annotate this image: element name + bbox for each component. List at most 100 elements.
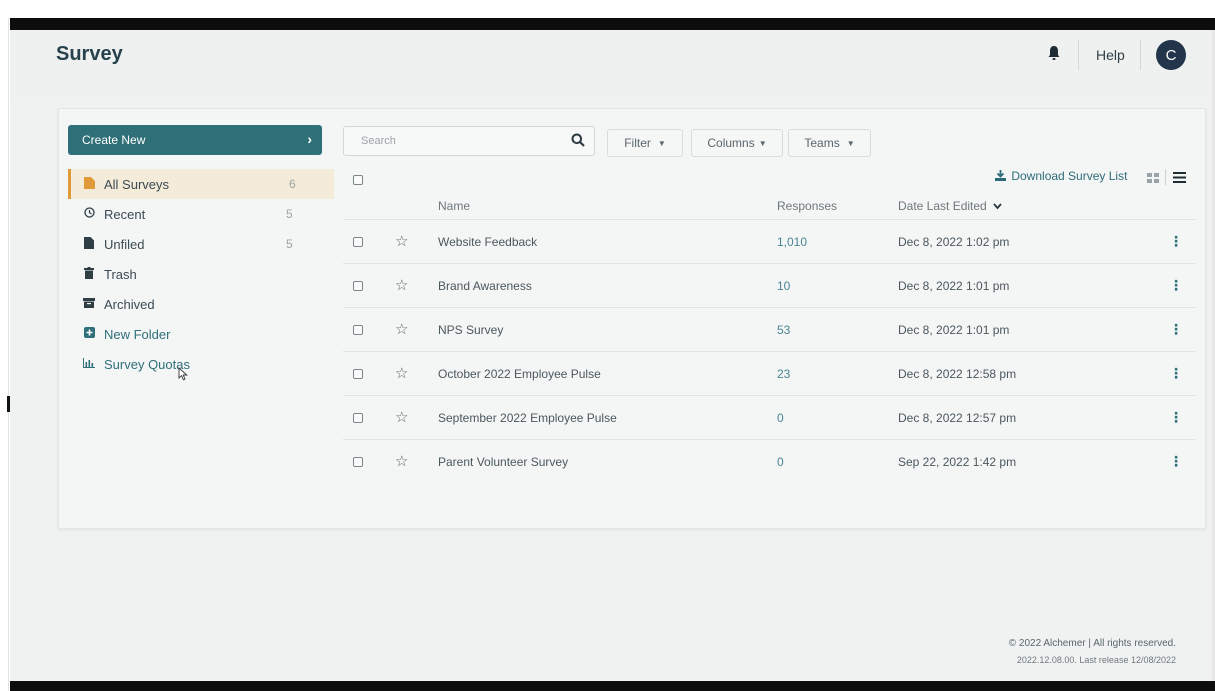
column-header-date-label: Date Last Edited (898, 199, 987, 213)
sidebar-item-new-folder[interactable]: New Folder (68, 319, 334, 349)
sidebar-item-survey-quotas[interactable]: Survey Quotas (68, 349, 334, 379)
help-link[interactable]: Help (1096, 47, 1125, 63)
survey-table: ☆ Website Feedback 1,010 Dec 8, 2022 1:0… (343, 219, 1195, 483)
chevron-right-icon: › (307, 131, 312, 147)
sidebar-item-label: New Folder (104, 326, 171, 342)
page-title: Survey (56, 43, 123, 65)
more-options-icon[interactable]: ⋮ (1169, 365, 1183, 382)
teams-dropdown[interactable]: Teams ▼ (788, 129, 871, 157)
sidebar-item-count: 5 (286, 207, 293, 221)
create-new-label: Create New (82, 133, 146, 147)
view-divider (1165, 169, 1166, 185)
header-divider (1140, 40, 1141, 70)
bell-icon[interactable] (1047, 45, 1061, 61)
date-edited: Dec 8, 2022 12:57 pm (898, 411, 1017, 425)
chevron-down-icon (993, 203, 1002, 210)
survey-name[interactable]: Brand Awareness (438, 279, 532, 293)
sidebar-item-archived[interactable]: Archived (68, 289, 334, 319)
sidebar-item-count: 5 (286, 237, 293, 251)
row-checkbox[interactable] (353, 237, 363, 247)
filter-dropdown[interactable]: Filter ▼ (607, 129, 683, 157)
file-icon (82, 236, 96, 252)
table-row[interactable]: ☆ NPS Survey 53 Dec 8, 2022 1:01 pm ⋮ (343, 307, 1195, 351)
footer: © 2022 Alchemer | All rights reserved. 2… (980, 638, 1176, 665)
row-checkbox[interactable] (353, 413, 363, 423)
bottom-frame-bar (10, 681, 1215, 691)
columns-label: Columns (707, 136, 755, 150)
column-header-responses[interactable]: Responses (777, 199, 837, 213)
response-count[interactable]: 0 (777, 411, 784, 425)
sidebar-item-unfiled[interactable]: Unfiled 5 (68, 229, 334, 259)
sidebar-item-count: 6 (289, 177, 296, 191)
response-count[interactable]: 10 (777, 279, 790, 293)
sidebar-item-label: Trash (104, 266, 137, 282)
row-checkbox[interactable] (353, 457, 363, 467)
date-edited: Sep 22, 2022 1:42 pm (898, 455, 1017, 469)
date-edited: Dec 8, 2022 1:01 pm (898, 323, 1010, 337)
top-bar: Survey Help C (10, 30, 1212, 98)
response-count[interactable]: 1,010 (777, 235, 807, 249)
more-options-icon[interactable]: ⋮ (1169, 453, 1183, 470)
bar-chart-icon (82, 357, 96, 371)
sidebar-item-trash[interactable]: Trash (68, 259, 334, 289)
columns-dropdown[interactable]: Columns ▼ (691, 129, 783, 157)
row-checkbox[interactable] (353, 281, 363, 291)
download-survey-list-link[interactable]: Download Survey List (995, 169, 1127, 183)
response-count[interactable]: 53 (777, 323, 790, 337)
top-frame-bar (10, 18, 1215, 30)
list-view-icon[interactable] (1173, 172, 1186, 183)
row-checkbox[interactable] (353, 369, 363, 379)
sidebar-item-label: Archived (104, 296, 155, 312)
download-icon (995, 170, 1006, 181)
table-row[interactable]: ☆ Brand Awareness 10 Dec 8, 2022 1:01 pm… (343, 263, 1195, 307)
survey-name[interactable]: September 2022 Employee Pulse (438, 411, 617, 425)
star-icon[interactable]: ☆ (395, 232, 408, 250)
star-icon[interactable]: ☆ (395, 320, 408, 338)
plus-square-icon (82, 327, 96, 341)
caret-down-icon: ▼ (657, 138, 666, 148)
sidebar-item-label: All Surveys (104, 176, 170, 192)
more-options-icon[interactable]: ⋮ (1169, 409, 1183, 426)
response-count[interactable]: 23 (777, 367, 790, 381)
archive-icon (82, 297, 96, 311)
more-options-icon[interactable]: ⋮ (1169, 233, 1183, 250)
star-icon[interactable]: ☆ (395, 276, 408, 294)
search-placeholder: Search (361, 135, 396, 147)
table-row[interactable]: ☆ Website Feedback 1,010 Dec 8, 2022 1:0… (343, 219, 1195, 263)
select-all-checkbox[interactable] (353, 172, 363, 190)
table-row[interactable]: ☆ October 2022 Employee Pulse 23 Dec 8, … (343, 351, 1195, 395)
search-icon[interactable] (571, 133, 585, 147)
filter-label: Filter (624, 136, 651, 150)
date-edited: Dec 8, 2022 1:02 pm (898, 235, 1010, 249)
grid-view-icon[interactable] (1147, 173, 1159, 183)
column-header-name[interactable]: Name (438, 199, 470, 213)
more-options-icon[interactable]: ⋮ (1169, 321, 1183, 338)
caret-down-icon: ▼ (846, 138, 855, 148)
survey-name[interactable]: NPS Survey (438, 323, 503, 337)
copyright-text: © 2022 Alchemer | All rights reserved. (1008, 638, 1176, 649)
star-icon[interactable]: ☆ (395, 364, 408, 382)
star-icon[interactable]: ☆ (395, 452, 408, 470)
more-options-icon[interactable]: ⋮ (1169, 277, 1183, 294)
teams-label: Teams (804, 136, 840, 150)
survey-panel: Create New › All Surveys 6 Recent 5 Unfi… (58, 108, 1206, 529)
date-edited: Dec 8, 2022 12:58 pm (898, 367, 1017, 381)
response-count[interactable]: 0 (777, 455, 784, 469)
row-checkbox[interactable] (353, 325, 363, 335)
mouse-cursor-icon (178, 367, 188, 381)
table-row[interactable]: ☆ September 2022 Employee Pulse 0 Dec 8,… (343, 395, 1195, 439)
table-row[interactable]: ☆ Parent Volunteer Survey 0 Sep 22, 2022… (343, 439, 1195, 483)
survey-name[interactable]: October 2022 Employee Pulse (438, 367, 601, 381)
search-input[interactable]: Search (343, 126, 595, 156)
sidebar-item-all-surveys[interactable]: All Surveys 6 (68, 169, 334, 199)
clock-icon (82, 207, 96, 221)
sidebar-item-recent[interactable]: Recent 5 (68, 199, 334, 229)
app-window: Survey Help C Create New › All Surveys 6 (10, 30, 1212, 681)
avatar[interactable]: C (1156, 40, 1186, 70)
survey-name[interactable]: Website Feedback (438, 235, 537, 249)
survey-name[interactable]: Parent Volunteer Survey (438, 455, 568, 469)
column-header-date[interactable]: Date Last Edited (898, 199, 1002, 213)
star-icon[interactable]: ☆ (395, 408, 408, 426)
left-border-line (8, 18, 9, 691)
create-new-button[interactable]: Create New › (68, 125, 322, 155)
